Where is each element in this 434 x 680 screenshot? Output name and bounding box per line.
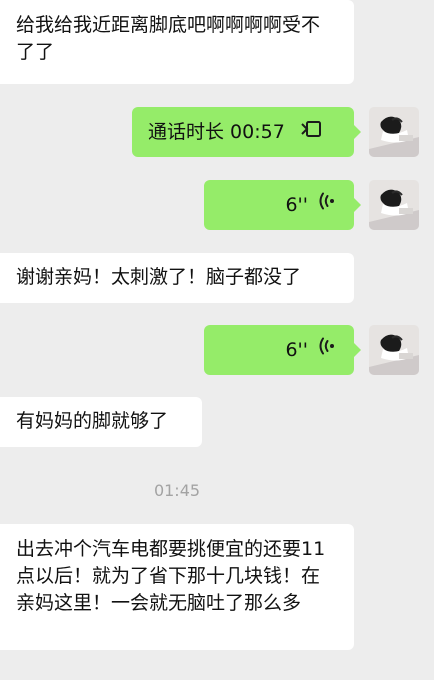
call-record-bubble[interactable]: 通话时长 00:57 xyxy=(132,107,361,157)
avatar[interactable] xyxy=(369,325,419,375)
incoming-message[interactable]: 有妈妈的脚就够了 xyxy=(0,397,202,447)
incoming-message[interactable]: 给我给我近距离脚底吧啊啊啊啊受不了了 xyxy=(0,0,354,84)
voice-message-bubble[interactable]: 6'' xyxy=(204,325,361,375)
avatar[interactable] xyxy=(369,107,419,157)
voice-duration: 6'' xyxy=(285,193,308,216)
voice-message-bubble[interactable]: 6'' xyxy=(204,180,361,230)
message-text: 有妈妈的脚就够了 xyxy=(16,410,169,432)
voice-wave-icon xyxy=(318,336,338,364)
incoming-message[interactable]: 出去冲个汽车电都要挑便宜的还要11点以后！就为了省下那十几块钱！在亲妈这里！一会… xyxy=(0,524,354,650)
message-text: 出去冲个汽车电都要挑便宜的还要11点以后！就为了省下那十几块钱！在亲妈这里！一会… xyxy=(16,538,326,614)
call-duration: 通话时长 00:57 xyxy=(148,119,325,146)
voice-duration: 6'' xyxy=(285,338,308,361)
message-text: 谢谢亲妈！太刺激了！脑子都没了 xyxy=(16,266,302,288)
video-call-icon xyxy=(297,119,325,146)
call-text: 通话时长 00:57 xyxy=(148,120,285,143)
voice-wave-icon xyxy=(318,191,338,219)
message-timestamp: 01:45 xyxy=(153,481,201,500)
message-text: 给我给我近距离脚底吧啊啊啊啊受不了了 xyxy=(16,14,321,63)
avatar[interactable] xyxy=(369,180,419,230)
incoming-message[interactable]: 谢谢亲妈！太刺激了！脑子都没了 xyxy=(0,253,354,303)
